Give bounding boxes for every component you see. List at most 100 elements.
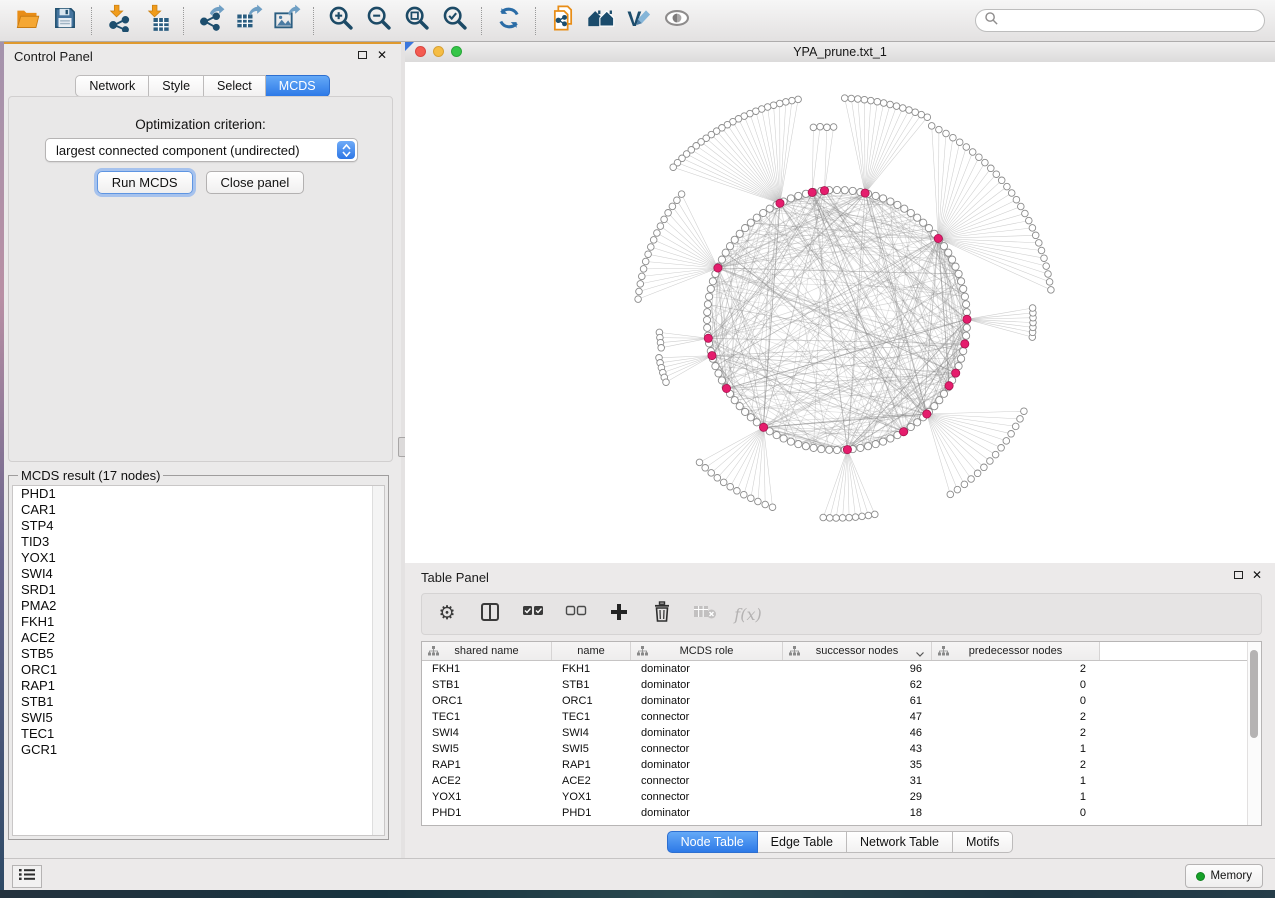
cell-predecessor-nodes[interactable]: 1: [932, 789, 1100, 805]
hide-panel-button[interactable]: [661, 5, 693, 37]
cell-name[interactable]: TEC1: [552, 709, 631, 725]
cell-successor-nodes[interactable]: 18: [783, 805, 932, 821]
zoom-fit-button[interactable]: [401, 5, 433, 37]
cell-shared-name[interactable]: STB1: [422, 677, 552, 693]
function-builder-button-disabled[interactable]: f(x): [735, 601, 761, 627]
cell-MCDS-role[interactable]: dominator: [631, 693, 783, 709]
column-header-successor-nodes[interactable]: successor nodes: [783, 642, 932, 660]
cell-MCDS-role[interactable]: dominator: [631, 757, 783, 773]
cell-MCDS-role[interactable]: connector: [631, 741, 783, 757]
cell-successor-nodes[interactable]: 96: [783, 661, 932, 677]
tab-style[interactable]: Style: [149, 75, 204, 97]
tab-network[interactable]: Network: [75, 75, 149, 97]
table-row[interactable]: RAP1RAP1dominator352: [422, 757, 1261, 773]
mcds-result-list[interactable]: PHD1CAR1STP4TID3YOX1SWI4SRD1PMA2FKH1ACE2…: [12, 485, 385, 836]
cell-MCDS-role[interactable]: dominator: [631, 725, 783, 741]
close-table-panel-icon[interactable]: ✕: [1252, 568, 1262, 582]
cell-successor-nodes[interactable]: 61: [783, 693, 932, 709]
open-session-button[interactable]: [11, 5, 43, 37]
cell-name[interactable]: ACE2: [552, 773, 631, 789]
cell-name[interactable]: SWI5: [552, 741, 631, 757]
mcds-result-node[interactable]: FKH1: [13, 614, 384, 630]
network-canvas[interactable]: [405, 62, 1275, 563]
table-row[interactable]: PHD1PHD1dominator180: [422, 805, 1261, 821]
table-row[interactable]: FKH1FKH1dominator962: [422, 661, 1261, 677]
table-row[interactable]: ORC1ORC1dominator610: [422, 693, 1261, 709]
cell-shared-name[interactable]: ORC1: [422, 693, 552, 709]
float-table-panel-icon[interactable]: [1234, 571, 1243, 579]
cell-MCDS-role[interactable]: connector: [631, 773, 783, 789]
table-row[interactable]: SWI4SWI4dominator462: [422, 725, 1261, 741]
table-row[interactable]: YOX1YOX1connector291: [422, 789, 1261, 805]
mcds-result-node[interactable]: GCR1: [13, 742, 384, 758]
vizmapper-button[interactable]: V: [623, 5, 655, 37]
zoom-in-button[interactable]: [325, 5, 357, 37]
cell-shared-name[interactable]: PHD1: [422, 805, 552, 821]
cell-predecessor-nodes[interactable]: 2: [932, 757, 1100, 773]
cell-predecessor-nodes[interactable]: 0: [932, 693, 1100, 709]
tab-motifs[interactable]: Motifs: [953, 831, 1013, 853]
cell-MCDS-role[interactable]: dominator: [631, 677, 783, 693]
column-header-MCDS-role[interactable]: MCDS role: [631, 642, 783, 660]
cell-predecessor-nodes[interactable]: 2: [932, 725, 1100, 741]
show-columns-button[interactable]: [477, 601, 503, 627]
zoom-out-button[interactable]: [363, 5, 395, 37]
cell-shared-name[interactable]: RAP1: [422, 757, 552, 773]
cell-predecessor-nodes[interactable]: 2: [932, 661, 1100, 677]
tab-edge-table[interactable]: Edge Table: [758, 831, 847, 853]
optimization-criterion-select[interactable]: largest connected component (undirected): [45, 138, 358, 162]
cell-name[interactable]: RAP1: [552, 757, 631, 773]
cell-name[interactable]: SWI4: [552, 725, 631, 741]
table-row[interactable]: SWI5SWI5connector431: [422, 741, 1261, 757]
float-panel-icon[interactable]: [358, 51, 367, 59]
import-table-button[interactable]: [141, 5, 173, 37]
cell-predecessor-nodes[interactable]: 2: [932, 709, 1100, 725]
mcds-result-node[interactable]: STB1: [13, 694, 384, 710]
cell-successor-nodes[interactable]: 47: [783, 709, 932, 725]
column-header-shared-name[interactable]: shared name: [422, 642, 552, 660]
select-all-columns-button[interactable]: [520, 601, 546, 627]
cell-MCDS-role[interactable]: dominator: [631, 805, 783, 821]
table-scrollbar[interactable]: [1247, 642, 1261, 825]
column-header-name[interactable]: name: [552, 642, 631, 660]
unselect-all-columns-button[interactable]: [563, 601, 589, 627]
duplicate-network-button[interactable]: [547, 5, 579, 37]
network-window-titlebar[interactable]: YPA_prune.txt_1: [405, 42, 1275, 63]
table-scrollbar-thumb[interactable]: [1250, 650, 1258, 738]
cell-name[interactable]: YOX1: [552, 789, 631, 805]
cell-successor-nodes[interactable]: 31: [783, 773, 932, 789]
table-settings-button[interactable]: ⚙: [434, 601, 460, 627]
close-panel-button[interactable]: Close panel: [206, 171, 305, 194]
run-mcds-button[interactable]: Run MCDS: [97, 171, 193, 194]
task-history-button[interactable]: [12, 865, 42, 888]
cell-shared-name[interactable]: ACE2: [422, 773, 552, 789]
mcds-result-node[interactable]: PHD1: [13, 486, 384, 502]
mcds-result-node[interactable]: CAR1: [13, 502, 384, 518]
tab-network-table[interactable]: Network Table: [847, 831, 953, 853]
tab-mcds[interactable]: MCDS: [266, 75, 330, 97]
export-image-button[interactable]: [271, 5, 303, 37]
cell-name[interactable]: FKH1: [552, 661, 631, 677]
cell-shared-name[interactable]: FKH1: [422, 661, 552, 677]
mcds-result-node[interactable]: TID3: [13, 534, 384, 550]
close-panel-icon[interactable]: ✕: [377, 48, 387, 62]
delete-table-button-disabled[interactable]: [692, 601, 718, 627]
cell-successor-nodes[interactable]: 35: [783, 757, 932, 773]
cell-name[interactable]: ORC1: [552, 693, 631, 709]
cell-successor-nodes[interactable]: 46: [783, 725, 932, 741]
memory-button[interactable]: Memory: [1185, 864, 1263, 888]
cell-successor-nodes[interactable]: 29: [783, 789, 932, 805]
mcds-result-node[interactable]: YOX1: [13, 550, 384, 566]
mcds-result-node[interactable]: SRD1: [13, 582, 384, 598]
cell-MCDS-role[interactable]: dominator: [631, 661, 783, 677]
import-network-button[interactable]: [103, 5, 135, 37]
mcds-result-node[interactable]: STB5: [13, 646, 384, 662]
save-session-button[interactable]: [49, 5, 81, 37]
result-list-scrollbar[interactable]: [372, 486, 384, 835]
search-input[interactable]: [975, 9, 1265, 32]
tab-node-table[interactable]: Node Table: [667, 831, 758, 853]
column-header-predecessor-nodes[interactable]: predecessor nodes: [932, 642, 1100, 660]
export-network-button[interactable]: [195, 5, 227, 37]
table-row[interactable]: ACE2ACE2connector311: [422, 773, 1261, 789]
cell-shared-name[interactable]: SWI4: [422, 725, 552, 741]
